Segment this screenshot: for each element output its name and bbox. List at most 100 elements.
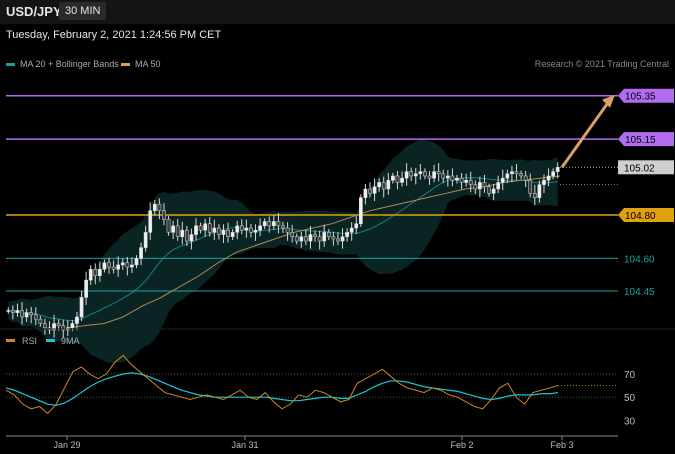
- level-labels: 105.35 105.15 105.02 104.80 104.60 104.45: [618, 88, 674, 298]
- candle-body: [75, 316, 79, 324]
- candle-body: [372, 186, 377, 194]
- candle-body: [436, 171, 441, 175]
- candle-body: [528, 180, 533, 194]
- candle-body: [514, 171, 519, 175]
- candle-body: [551, 171, 555, 177]
- rsi-tick-label: 50: [624, 393, 636, 404]
- candle-body: [404, 171, 409, 179]
- time-axis: Jan 29 Jan 31 Feb 2 Feb 3: [6, 435, 618, 450]
- candle-body: [290, 232, 295, 237]
- label-text: 105.15: [625, 135, 656, 146]
- candle-body: [166, 219, 171, 233]
- candle-body: [249, 227, 253, 233]
- candle-body: [381, 182, 386, 190]
- candle-body: [267, 221, 272, 227]
- label-text: 105.35: [625, 92, 656, 103]
- candle-body: [423, 171, 427, 177]
- target-arrow-head: [602, 94, 615, 108]
- candle-body: [336, 238, 340, 242]
- candle-body: [281, 225, 285, 229]
- candle-body: [11, 310, 15, 313]
- candle-body: [29, 312, 34, 316]
- candle-body: [157, 203, 162, 211]
- candle-body: [459, 177, 464, 183]
- candle-body: [217, 227, 221, 235]
- candle-body: [262, 221, 267, 227]
- candle-body: [491, 188, 496, 194]
- pivot-label: 104.80: [618, 208, 674, 223]
- candle-body: [148, 210, 153, 233]
- candle-body: [326, 232, 331, 237]
- candle-body: [230, 232, 235, 237]
- candle-body: [482, 182, 487, 188]
- candle-body: [519, 173, 523, 177]
- candle-body: [500, 177, 505, 183]
- candle-body: [345, 232, 349, 237]
- candle-body: [299, 236, 304, 242]
- candle-body: [532, 193, 537, 198]
- candle-body: [180, 229, 185, 237]
- target-arrow: [560, 94, 615, 169]
- current-price-label: 105.02: [618, 160, 674, 175]
- candle-body: [354, 223, 359, 229]
- candle-body: [413, 173, 418, 177]
- candle-body: [409, 171, 414, 177]
- candle-body: [24, 312, 29, 318]
- label-text: 104.80: [625, 211, 656, 222]
- candle-body: [107, 262, 111, 268]
- candle-body: [244, 227, 249, 231]
- candle-body: [505, 173, 510, 179]
- support-label: 104.45: [624, 287, 655, 298]
- candle-body: [331, 236, 336, 240]
- ma9-legend-label: 9MA: [61, 336, 80, 346]
- candle-body: [271, 221, 276, 227]
- candle-body: [478, 182, 482, 190]
- candle-body: [400, 177, 404, 183]
- rsi-panel: 70 50 30: [5, 354, 636, 427]
- candle-body: [56, 323, 61, 326]
- resistance-label: 105.15: [618, 132, 674, 147]
- candle-body: [93, 269, 98, 277]
- candle-body: [253, 229, 258, 233]
- candle-body: [313, 234, 317, 237]
- candle-body: [349, 227, 354, 233]
- candle-body: [276, 221, 281, 227]
- time-tick-label: Jan 29: [53, 440, 80, 450]
- candle-body: [130, 264, 134, 268]
- candle-body: [317, 236, 322, 242]
- candle-body: [294, 236, 299, 242]
- candle-body: [464, 180, 468, 183]
- candle-body: [537, 184, 542, 198]
- candle-body: [203, 223, 208, 231]
- label-text: 105.02: [624, 163, 655, 174]
- candle-body: [120, 262, 125, 266]
- candle-body: [427, 175, 432, 179]
- candle-body: [98, 269, 102, 277]
- candle-body: [391, 175, 395, 181]
- resistance-label: 105.35: [618, 88, 674, 103]
- rsi-tick-label: 30: [624, 416, 636, 427]
- candle-body: [455, 177, 459, 181]
- price-chart[interactable]: 105.35 105.15 105.02 104.80 104.60 104.45 RSI…: [0, 0, 675, 454]
- candle-body: [395, 175, 400, 183]
- time-tick-label: Feb 3: [550, 440, 573, 450]
- candle-body: [450, 175, 455, 181]
- candle-body: [445, 175, 450, 179]
- candle-body: [555, 167, 560, 172]
- candle-body: [304, 236, 308, 242]
- candle-body: [226, 229, 230, 237]
- candle-body: [143, 232, 148, 248]
- candle-body: [487, 186, 491, 194]
- time-tick-label: Jan 31: [231, 440, 258, 450]
- candle-body: [189, 234, 194, 242]
- candle-body: [368, 188, 372, 194]
- candle-body: [377, 182, 381, 188]
- candle-body: [171, 225, 175, 233]
- candle-body: [258, 225, 262, 231]
- candle-body: [207, 223, 212, 233]
- candle-body: [418, 171, 423, 175]
- candle-body: [322, 232, 327, 242]
- candle-body: [84, 279, 88, 298]
- candle-body: [33, 314, 38, 320]
- candle-body: [308, 234, 313, 242]
